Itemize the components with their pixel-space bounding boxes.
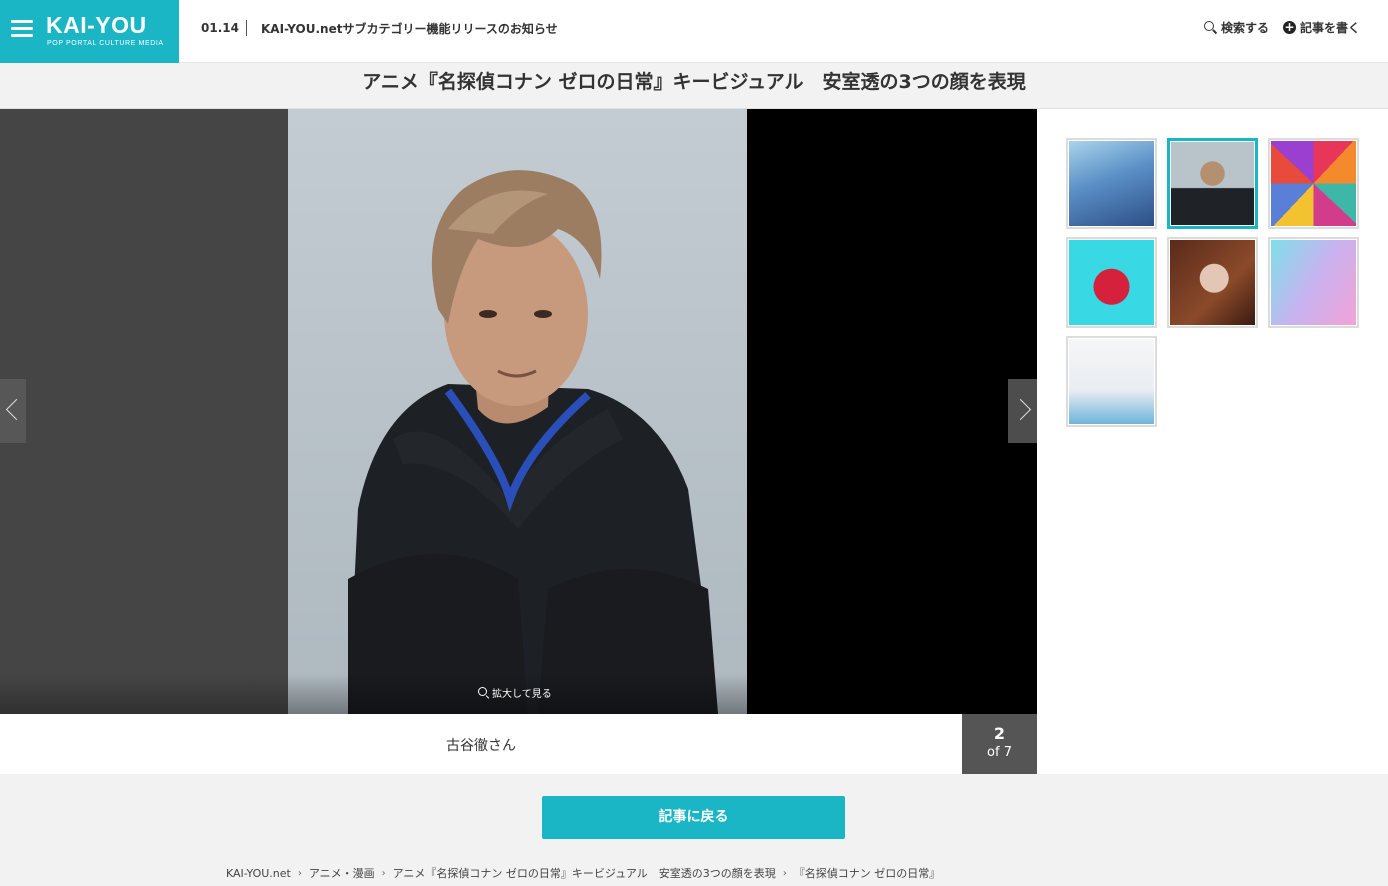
counter-total: of 7 [987, 745, 1012, 760]
breadcrumb-home[interactable]: KAI-YOU.net [226, 867, 291, 880]
zoom-in-icon [478, 687, 489, 698]
thumb-red-flowers[interactable] [1066, 237, 1157, 328]
chevron-right-icon: › [381, 867, 386, 879]
back-to-article-button[interactable]: 記事に戻る [542, 796, 845, 839]
next-image-button[interactable] [1008, 379, 1037, 443]
thumb-anime-keyvisual[interactable] [1066, 138, 1157, 229]
breadcrumb-article[interactable]: アニメ『名探偵コナン ゼロの日常』キービジュアル 安室透の3つの顔を表現 [393, 865, 776, 881]
thumb-tint-palette[interactable] [1268, 138, 1359, 229]
write-label: 記事を書く [1299, 21, 1360, 35]
image-counter: 2 of 7 [962, 714, 1037, 774]
zoom-label: 拡大して見る [492, 689, 552, 700]
thumb-zero-manga-cover[interactable] [1066, 336, 1157, 427]
chevron-right-icon: › [782, 867, 787, 879]
chevron-right-icon: › [297, 867, 302, 879]
viewer-prev-image-peek [0, 109, 288, 714]
counter-current: 2 [993, 724, 1006, 743]
news-date: 01.14 [201, 21, 239, 35]
search-label: 検索する [1220, 21, 1269, 35]
gallery-title-bar: アニメ『名探偵コナン ゼロの日常』キービジュアル 安室透の3つの顔を表現 [0, 63, 1388, 109]
search-button[interactable]: 検索する [1203, 19, 1269, 36]
site-logo[interactable]: KAI-YOU [46, 12, 147, 38]
news-headline-link[interactable]: KAI-YOU.netサブカテゴリー機能リリースのお知らせ [261, 20, 558, 37]
write-article-button[interactable]: + 記事を書く [1282, 19, 1360, 36]
plus-circle-icon: + [1282, 20, 1296, 34]
thumb-woman-pastel[interactable] [1268, 237, 1359, 328]
image-caption: 古谷徹さん [446, 738, 516, 754]
logo-area[interactable]: KAI-YOU POP PORTAL CULTURE MEDIA [0, 0, 179, 63]
page-title: アニメ『名探偵コナン ゼロの日常』キービジュアル 安室透の3つの顔を表現 [362, 71, 1026, 93]
breadcrumb: KAI-YOU.net › アニメ・漫画 › アニメ『名探偵コナン ゼロの日常』… [226, 865, 940, 881]
site-logo-tagline: POP PORTAL CULTURE MEDIA [47, 40, 164, 47]
main-photo[interactable] [288, 109, 747, 714]
thumb-blonde-portrait[interactable] [1167, 237, 1258, 328]
zoom-link[interactable]: 拡大して見る [478, 685, 552, 700]
image-viewer: 拡大して見る [0, 109, 1037, 714]
site-header: KAI-YOU POP PORTAL CULTURE MEDIA 01.14 K… [0, 0, 1388, 63]
breadcrumb-current: 『名探偵コナン ゼロの日常』 [793, 867, 941, 880]
thumbnail-panel [1037, 109, 1388, 774]
news-divider [246, 20, 247, 36]
search-icon [1203, 21, 1217, 34]
prev-image-button[interactable] [0, 379, 26, 443]
menu-icon[interactable] [11, 20, 33, 38]
breadcrumb-category[interactable]: アニメ・漫画 [309, 865, 375, 881]
thumb-furuya-portrait[interactable] [1167, 138, 1258, 229]
image-caption-bar: 古谷徹さん [0, 714, 962, 774]
portrait-illustration [288, 109, 747, 714]
header-actions: 検索する + 記事を書く [1203, 19, 1360, 36]
